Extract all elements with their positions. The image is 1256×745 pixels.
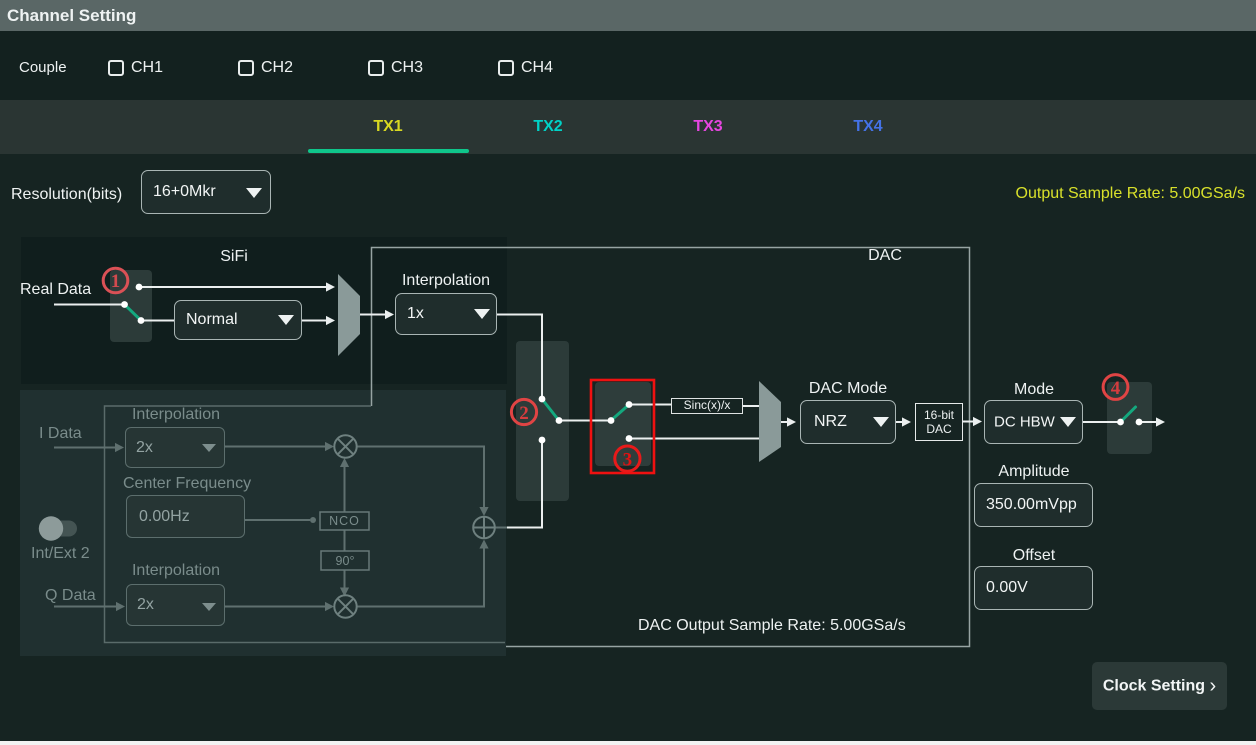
svg-text:3: 3 <box>623 449 633 470</box>
svg-text:4: 4 <box>1111 378 1121 399</box>
svg-text:1: 1 <box>111 271 121 292</box>
svg-text:2: 2 <box>519 403 529 424</box>
